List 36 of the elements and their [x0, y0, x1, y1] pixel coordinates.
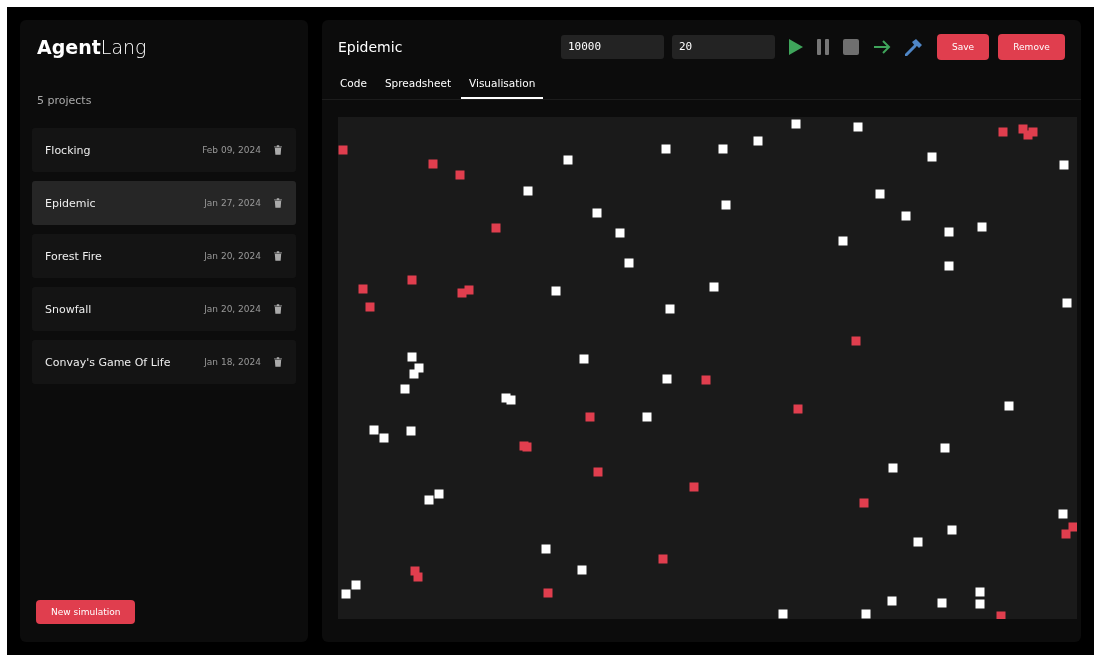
project-name: Forest Fire: [45, 249, 103, 263]
trash-icon[interactable]: [274, 198, 282, 208]
trash-icon[interactable]: [274, 304, 282, 314]
project-item[interactable]: Epidemic Jan 27, 2024: [32, 181, 296, 225]
project-item[interactable]: Forest Fire Jan 20, 2024: [32, 234, 296, 278]
project-date: Feb 09, 2024: [202, 145, 261, 155]
project-item[interactable]: Convay's Game Of Life Jan 18, 2024: [32, 340, 296, 384]
project-date: Jan 20, 2024: [204, 304, 261, 314]
steps-field[interactable]: 10000: [561, 34, 664, 59]
project-title: Epidemic: [338, 38, 403, 55]
new-simulation-button[interactable]: New simulation: [36, 600, 136, 624]
remove-button[interactable]: Remove: [998, 33, 1065, 60]
app-logo: AgentLang: [36, 36, 148, 58]
project-name: Flocking: [45, 143, 92, 157]
project-date: Jan 27, 2024: [204, 198, 261, 208]
tab[interactable]: Code: [332, 73, 375, 99]
project-name: Snowfall: [45, 302, 93, 316]
pause-icon[interactable]: [817, 38, 829, 55]
tab[interactable]: Spreadsheet: [376, 73, 460, 99]
project-name: Epidemic: [45, 196, 97, 210]
project-item[interactable]: Snowfall Jan 20, 2024: [32, 287, 296, 331]
speed-field[interactable]: 20: [672, 34, 775, 59]
play-icon[interactable]: [789, 38, 803, 55]
save-button[interactable]: Save: [937, 33, 989, 60]
trash-icon[interactable]: [274, 251, 282, 261]
project-date: Jan 20, 2024: [204, 251, 261, 261]
project-count: 5 projects: [36, 94, 93, 107]
arrow-right-icon[interactable]: [873, 38, 891, 55]
project-date: Jan 18, 2024: [204, 357, 261, 367]
project-name: Convay's Game Of Life: [45, 355, 172, 369]
stop-icon[interactable]: [843, 38, 859, 55]
trash-icon[interactable]: [274, 357, 282, 367]
trash-icon[interactable]: [274, 145, 282, 155]
hammer-icon[interactable]: [905, 37, 923, 56]
tab[interactable]: Visualisation: [461, 73, 544, 99]
project-item[interactable]: Flocking Feb 09, 2024: [32, 128, 296, 172]
